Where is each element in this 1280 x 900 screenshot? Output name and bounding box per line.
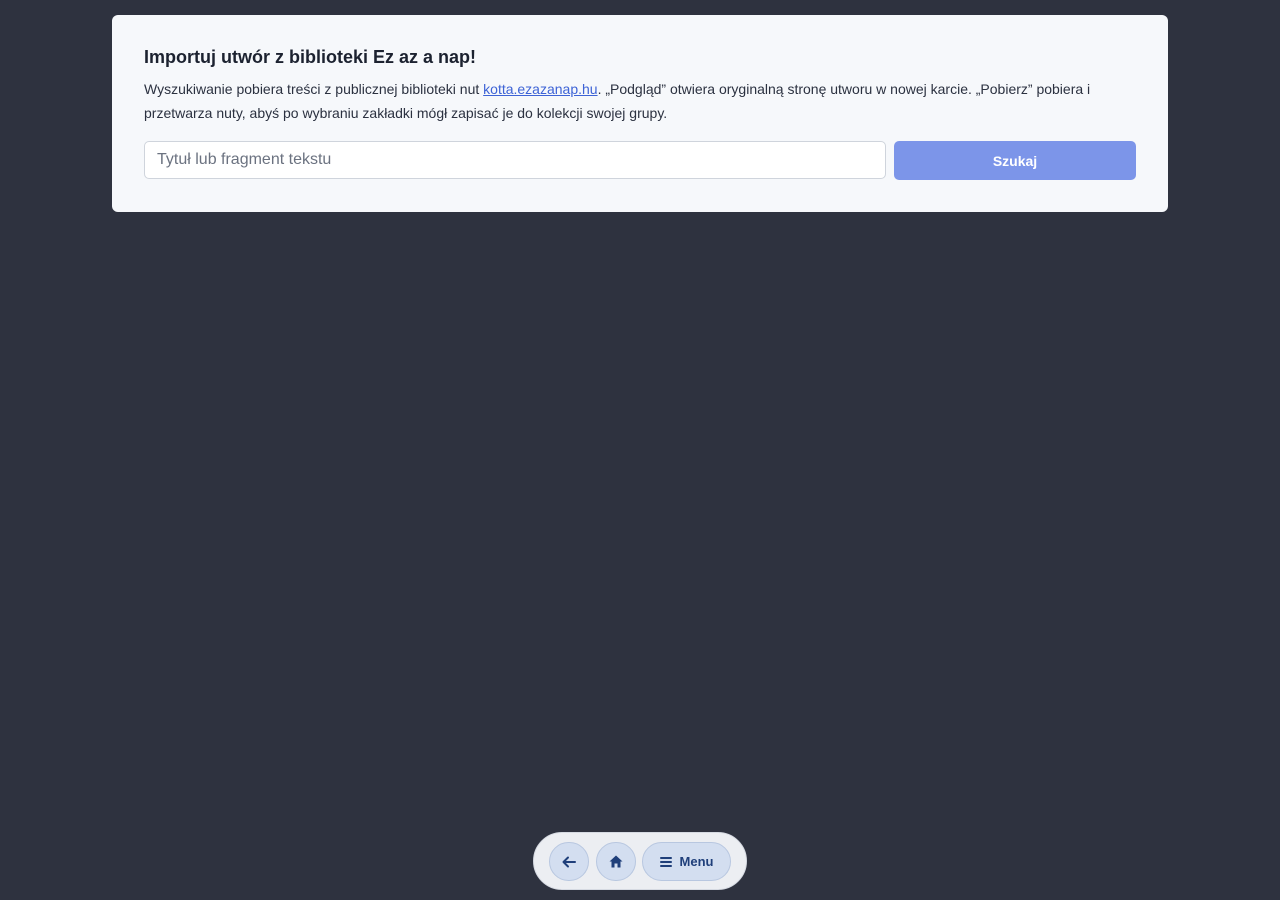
description-text-start: Wyszukiwanie pobiera treści z publicznej… xyxy=(144,81,484,97)
search-input[interactable] xyxy=(144,141,886,179)
import-description: Wyszukiwanie pobiera treści z publicznej… xyxy=(144,77,1134,125)
import-title: Importuj utwór z biblioteki Ez az a nap! xyxy=(144,47,477,67)
library-link[interactable]: kotta.ezazanap.hu xyxy=(483,81,597,97)
arrow-left-icon xyxy=(562,856,576,868)
menu-label: Menu xyxy=(679,854,714,869)
menu-button[interactable]: Menu xyxy=(642,842,731,881)
search-button[interactable]: Szukaj xyxy=(894,141,1136,180)
bottom-navigation: Menu xyxy=(533,832,747,890)
home-icon xyxy=(609,855,623,868)
back-button[interactable] xyxy=(549,842,589,881)
search-row: Szukaj xyxy=(144,141,1136,180)
import-card: Importuj utwór z biblioteki Ez az a nap!… xyxy=(112,15,1168,212)
home-button[interactable] xyxy=(596,842,636,881)
hamburger-menu-icon xyxy=(659,856,672,867)
